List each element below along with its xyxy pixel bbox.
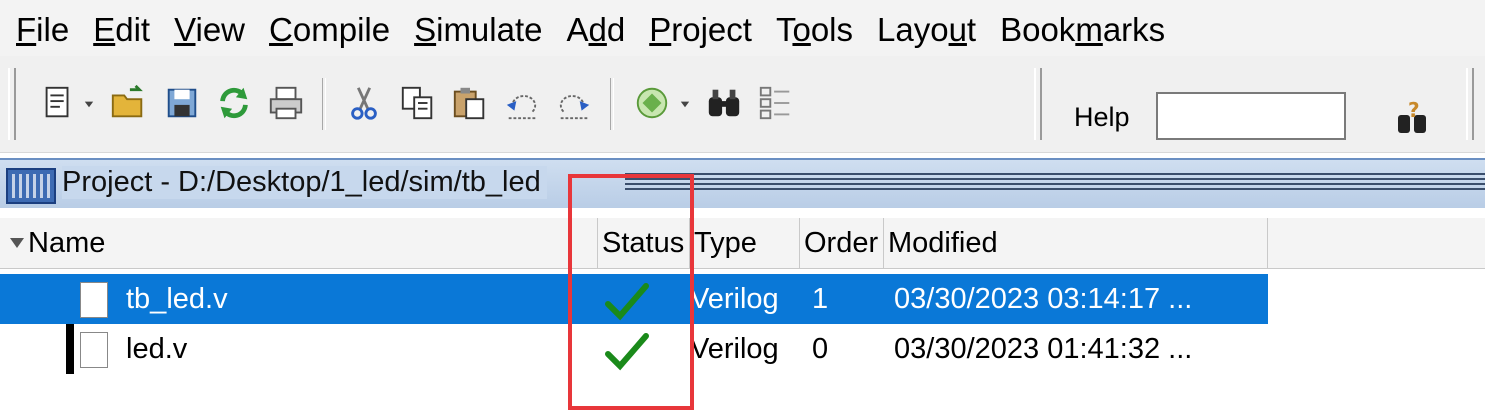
row-order: 0: [812, 333, 829, 365]
menu-tools-label: Tools: [775, 11, 853, 48]
menu-add[interactable]: Add: [567, 7, 626, 49]
toolbar-separator: [322, 78, 326, 130]
row-order: 1: [812, 283, 829, 315]
format-icon[interactable]: [754, 78, 798, 128]
undo-icon[interactable]: [500, 78, 544, 128]
copy-icon[interactable]: [396, 78, 440, 128]
highlight-box: [568, 174, 694, 410]
row-type: Verilog: [690, 283, 779, 315]
column-name[interactable]: Name: [0, 218, 598, 268]
row-name: tb_led.v: [126, 283, 228, 315]
help-search-icon[interactable]: ?: [1392, 94, 1436, 140]
project-icon: [6, 168, 56, 204]
redo-icon[interactable]: [552, 78, 596, 128]
project-title: Project - D:/Desktop/1_led/sim/tb_led: [62, 166, 547, 199]
column-type-label: Type: [694, 227, 757, 259]
refresh-icon[interactable]: [212, 78, 256, 128]
column-header: Name Status Type Order Modified: [0, 218, 1485, 269]
find-icon[interactable]: [702, 78, 746, 128]
menu-tools[interactable]: Tools: [776, 7, 853, 49]
open-folder-icon[interactable]: [106, 78, 150, 128]
menu-project[interactable]: Project: [649, 7, 752, 49]
sort-arrow-icon: [10, 238, 24, 248]
row-modified: 03/30/2023 01:41:32 ...: [894, 333, 1193, 365]
paste-icon[interactable]: [448, 78, 492, 128]
file-icon: [80, 332, 108, 368]
cut-icon[interactable]: [342, 78, 386, 128]
column-modified-label: Modified: [888, 227, 998, 259]
menu-edit[interactable]: Edit: [93, 7, 150, 49]
menu-simulate-label: Simulate: [414, 11, 543, 48]
menu-project-label: Project: [649, 11, 752, 48]
row-modified: 03/30/2023 03:14:17 ...: [894, 283, 1193, 315]
menu-layout-label: Layout: [877, 11, 977, 48]
project-pane-titlebar[interactable]: Project - D:/Desktop/1_led/sim/tb_led: [0, 158, 1485, 208]
file-icon: [80, 282, 108, 318]
column-name-label: Name: [28, 227, 106, 259]
menu-bookmarks-label: Bookmarks: [1000, 11, 1166, 48]
toolbar-grip[interactable]: [1466, 68, 1474, 140]
compile-dropdown-icon[interactable]: [674, 78, 696, 128]
menu-layout[interactable]: Layout: [877, 7, 976, 49]
toolbar-grip[interactable]: [1034, 68, 1042, 140]
menu-file-label: File: [16, 11, 70, 48]
menu-edit-label: Edit: [93, 11, 151, 48]
menu-compile-label: Compile: [269, 11, 391, 48]
menu-simulate[interactable]: Simulate: [414, 7, 542, 49]
save-icon[interactable]: [160, 78, 204, 128]
compile-icon[interactable]: [630, 78, 674, 128]
new-dropdown-icon[interactable]: [78, 78, 100, 128]
toolbar-grip[interactable]: [8, 68, 16, 140]
svg-text:?: ?: [1408, 98, 1420, 122]
menu-compile[interactable]: Compile: [269, 7, 390, 49]
print-icon[interactable]: [264, 78, 308, 128]
column-order[interactable]: Order: [800, 218, 884, 268]
help-search-input[interactable]: [1156, 92, 1346, 140]
menu-add-label: Add: [566, 11, 626, 48]
column-order-label: Order: [804, 227, 879, 259]
help-label: Help: [1074, 102, 1130, 132]
row-type: Verilog: [690, 333, 779, 365]
menu-bar: File Edit View Compile Simulate Add Proj…: [0, 0, 1485, 56]
menu-view[interactable]: View: [174, 7, 245, 49]
row-name: led.v: [126, 333, 188, 365]
menu-bookmarks[interactable]: Bookmarks: [1000, 7, 1165, 49]
new-file-icon[interactable]: [36, 78, 80, 128]
column-type[interactable]: Type: [690, 218, 800, 268]
column-modified[interactable]: Modified: [884, 218, 1268, 268]
toolbar-separator: [610, 78, 614, 130]
titlebar-grip-lines: [625, 173, 1485, 193]
menu-view-label: View: [174, 11, 246, 48]
menu-file[interactable]: File: [16, 7, 69, 49]
